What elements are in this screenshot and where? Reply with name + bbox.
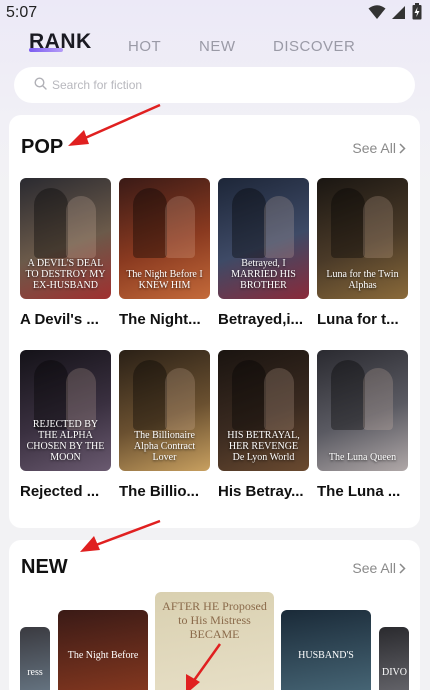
new-section-title: NEW (21, 556, 68, 578)
cover-figure (165, 196, 195, 258)
cover-title-art: The Night Before (67, 650, 139, 661)
new-see-all-button[interactable]: See All (352, 560, 406, 576)
annotation-arrow-carousel (186, 643, 222, 690)
book-cover: A DEVIL'S DEAL TO DESTROY MY EX-HUSBAND (20, 178, 111, 299)
cover-figure (66, 196, 96, 258)
book-card[interactable]: The Night Before I KNEW HIM The Night... (119, 178, 210, 328)
book-title: Betrayed,i... (218, 311, 304, 328)
cover-title-art: Betrayed, I MARRIED HIS BROTHER (231, 258, 296, 291)
book-card[interactable]: REJECTED BY THE ALPHA CHOSEN BY THE MOON… (20, 350, 111, 500)
book-title: The Billio... (119, 483, 200, 500)
see-all-label: See All (352, 140, 396, 156)
cover-title-art: REJECTED BY THE ALPHA CHOSEN BY THE MOON (26, 419, 105, 463)
cover-figure (264, 368, 294, 430)
search-icon (34, 77, 47, 90)
book-title: His Betray... (218, 483, 304, 500)
cover-figure (363, 368, 393, 430)
book-cover: The Luna Queen (317, 350, 408, 471)
cover-title-art: A DEVIL'S DEAL TO DESTROY MY EX-HUSBAND (25, 258, 106, 291)
cover-title-art: Luna for the Twin Alphas (326, 269, 399, 291)
search-input[interactable]: Search for fiction (14, 67, 415, 103)
status-time: 5:07 (6, 4, 38, 21)
pop-section: POP See All A DEVIL'S DEAL TO DESTROY MY… (9, 115, 420, 528)
cover-figure (264, 196, 294, 258)
cover-title-art: ress (27, 667, 43, 678)
cover-figure (133, 360, 167, 430)
book-title: Luna for t... (317, 311, 399, 328)
status-icons (368, 3, 422, 20)
chevron-right-icon (399, 142, 406, 154)
cover-figure (34, 188, 68, 258)
cover-title-art: DIVO (382, 667, 407, 678)
battery-icon (412, 3, 422, 20)
cover-title-art: The Luna Queen (328, 452, 397, 463)
cover-figure (133, 188, 167, 258)
top-tabs: RANK HOT NEW DISCOVER (0, 30, 430, 66)
signal-icon (392, 5, 405, 19)
tab-discover[interactable]: DISCOVER (273, 38, 355, 55)
book-card[interactable]: The Billionaire Alpha Contract Lover The … (119, 350, 210, 500)
carousel-book-cover[interactable]: ress (20, 627, 50, 690)
search-placeholder: Search for fiction (52, 78, 143, 92)
pop-section-title: POP (21, 136, 64, 158)
status-bar: 5:07 (0, 0, 430, 26)
cover-title-art: The Night Before I KNEW HIM (126, 269, 203, 291)
carousel-book-cover[interactable]: The Night Before (58, 610, 148, 690)
cover-title-art: AFTER HE Proposed to His Mistress BECAME (162, 599, 267, 641)
book-card[interactable]: HIS BETRAYAL, HER REVENGE De Lyon World H… (218, 350, 309, 500)
book-card[interactable]: A DEVIL'S DEAL TO DESTROY MY EX-HUSBAND A… (20, 178, 111, 328)
book-card[interactable]: Betrayed, I MARRIED HIS BROTHER Betrayed,… (218, 178, 309, 328)
see-all-label: See All (352, 560, 396, 576)
book-title: The Night... (119, 311, 201, 328)
cover-figure (165, 368, 195, 430)
book-card[interactable]: Luna for the Twin Alphas Luna for t... (317, 178, 408, 328)
book-cover: Betrayed, I MARRIED HIS BROTHER (218, 178, 309, 299)
annotation-arrow-new (80, 519, 161, 552)
book-cover: The Billionaire Alpha Contract Lover (119, 350, 210, 471)
book-cover: HIS BETRAYAL, HER REVENGE De Lyon World (218, 350, 309, 471)
carousel-book-cover[interactable]: HUSBAND'S (281, 610, 371, 690)
book-title: A Devil's ... (20, 311, 99, 328)
book-cover: The Night Before I KNEW HIM (119, 178, 210, 299)
active-tab-indicator (29, 48, 63, 52)
cover-figure (232, 360, 266, 430)
cover-figure (363, 196, 393, 258)
cover-title-art: HUSBAND'S (298, 650, 354, 661)
wifi-icon (368, 4, 386, 19)
book-card[interactable]: The Luna Queen The Luna ... (317, 350, 408, 500)
book-title: The Luna ... (317, 483, 401, 500)
cover-figure (331, 188, 365, 258)
cover-figure (232, 188, 266, 258)
annotation-arrow-pop (68, 103, 161, 146)
chevron-right-icon (399, 562, 406, 574)
cover-title-art: The Billionaire Alpha Contract Lover (133, 430, 196, 463)
tab-new[interactable]: NEW (199, 38, 236, 55)
book-title: Rejected ... (20, 483, 100, 500)
cover-figure (331, 360, 365, 430)
cover-title-art: HIS BETRAYAL, HER REVENGE De Lyon World (227, 430, 300, 463)
tab-hot[interactable]: HOT (128, 38, 161, 55)
pop-see-all-button[interactable]: See All (352, 140, 406, 156)
book-cover: REJECTED BY THE ALPHA CHOSEN BY THE MOON (20, 350, 111, 471)
book-cover: Luna for the Twin Alphas (317, 178, 408, 299)
carousel-book-cover[interactable]: DIVO (379, 627, 409, 690)
